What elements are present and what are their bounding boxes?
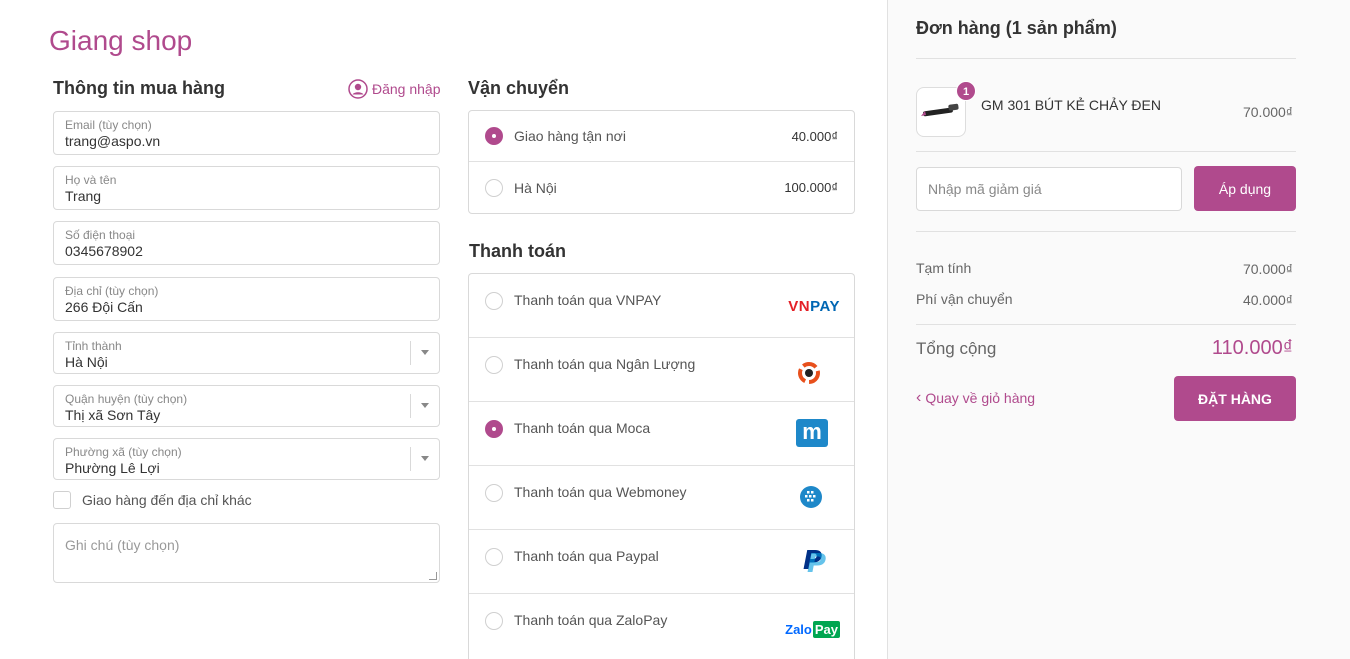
order-sidebar: Đơn hàng (1 sản phẩm) 1 GM 301 BÚT KẺ CH… <box>887 0 1350 659</box>
payment-option-paypal[interactable]: Thanh toán qua Paypal PP <box>469 530 854 594</box>
subtotal-label: Tạm tính <box>916 260 972 276</box>
payment-option-moca[interactable]: Thanh toán qua Moca m <box>469 402 854 466</box>
shipping-title: Vận chuyển <box>468 78 570 98</box>
payment-option-label: Thanh toán qua Moca <box>514 420 651 436</box>
webmoney-logo-icon <box>784 482 840 512</box>
shipping-option-price: 100.000₫ <box>784 180 838 195</box>
other-address-checkbox[interactable] <box>53 491 71 509</box>
shipping-option-price: 40.000₫ <box>791 128 838 144</box>
email-value: trang@aspo.vn <box>65 133 161 149</box>
payment-option-zalopay[interactable]: Thanh toán qua ZaloPay Zalo Pay <box>469 594 854 658</box>
nganluong-logo-icon <box>784 358 840 388</box>
payment-radio[interactable] <box>485 548 503 566</box>
other-address-label: Giao hàng đến địa chỉ khác <box>82 492 252 508</box>
province-value: Hà Nội <box>65 354 108 370</box>
apply-discount-button[interactable]: Áp dụng <box>1194 166 1296 211</box>
district-value: Thị xã Sơn Tây <box>65 407 161 423</box>
payment-option-label: Thanh toán qua Paypal <box>514 548 659 564</box>
paypal-logo-icon: PP <box>802 546 826 579</box>
back-to-cart-link[interactable]: ‹ Quay về giỏ hàng <box>916 389 1036 407</box>
subtotal-value: 70.000₫ <box>1242 261 1293 277</box>
chevron-left-icon: ‹ <box>916 389 922 406</box>
address-field[interactable]: Địa chỉ (tùy chọn) 266 Đội Cấn <box>53 277 440 321</box>
select-divider <box>410 341 411 365</box>
place-order-button[interactable]: ĐẶT HÀNG <box>1174 376 1296 421</box>
district-label: Quận huyện (tùy chọn) <box>65 392 188 406</box>
province-select[interactable]: Tỉnh thành Hà Nội <box>53 332 440 374</box>
chevron-down-icon <box>421 456 429 461</box>
quantity-badge: 1 <box>956 81 976 101</box>
chevron-down-icon <box>421 403 429 408</box>
payment-radio[interactable] <box>485 612 503 630</box>
ward-value: Phường Lê Lợi <box>65 460 160 476</box>
shipping-fee-label: Phí vận chuyển <box>916 291 1013 307</box>
payment-option-nganluong[interactable]: Thanh toán qua Ngân Lượng <box>469 338 854 402</box>
ward-select[interactable]: Phường xã (tùy chọn) Phường Lê Lợi <box>53 438 440 480</box>
moca-logo-icon: m <box>784 418 840 448</box>
payment-methods: Thanh toán qua VNPAY VNPAY Thanh toán qu… <box>468 273 855 659</box>
order-title: Đơn hàng (1 sản phẩm) <box>916 18 1117 38</box>
payment-radio[interactable] <box>485 484 503 502</box>
select-divider <box>410 447 411 471</box>
phone-label: Số điện thoại <box>65 228 136 242</box>
ward-label: Phường xã (tùy chọn) <box>65 445 182 459</box>
payment-radio[interactable] <box>485 292 503 310</box>
shipping-option-label: Giao hàng tận nơi <box>514 128 626 144</box>
email-label: Email (tùy chọn) <box>65 118 152 132</box>
buyer-info-title: Thông tin mua hàng <box>53 78 225 98</box>
note-placeholder: Ghi chú (tùy chọn) <box>65 537 180 553</box>
payment-title: Thanh toán <box>469 241 566 261</box>
email-field[interactable]: Email (tùy chọn) trang@aspo.vn <box>53 111 440 155</box>
chevron-down-icon <box>421 350 429 355</box>
shipping-option-label: Hà Nội <box>514 179 557 196</box>
divider <box>916 58 1296 59</box>
discount-placeholder: Nhập mã giảm giá <box>928 181 1042 197</box>
shipping-option[interactable]: Hà Nội 100.000₫ <box>469 162 854 213</box>
zalopay-logo-icon: Zalo Pay <box>785 620 840 638</box>
shipping-radio[interactable] <box>485 178 503 197</box>
payment-option-vnpay[interactable]: Thanh toán qua VNPAY VNPAY <box>469 274 854 338</box>
note-textarea[interactable]: Ghi chú (tùy chọn) <box>53 523 440 583</box>
shipping-radio[interactable] <box>485 127 503 145</box>
select-divider <box>410 394 411 418</box>
phone-field[interactable]: Số điện thoại 0345678902 <box>53 221 440 265</box>
vnpay-logo-icon: VNPAY <box>788 297 840 315</box>
payment-option-webmoney[interactable]: Thanh toán qua Webmoney <box>469 466 854 530</box>
shipping-fee-value: 40.000₫ <box>1242 292 1293 308</box>
divider <box>916 151 1296 152</box>
shipping-option[interactable]: Giao hàng tận nơi 40.000₫ <box>469 111 854 162</box>
district-select[interactable]: Quận huyện (tùy chọn) Thị xã Sơn Tây <box>53 385 440 427</box>
payment-option-label: Thanh toán qua ZaloPay <box>514 612 668 628</box>
shipping-options: Giao hàng tận nơi 40.000₫ Hà Nội 100.000… <box>468 110 855 214</box>
discount-code-input[interactable]: Nhập mã giảm giá <box>916 167 1182 211</box>
product-price: 70.000₫ <box>1242 104 1293 120</box>
shop-title: Giang shop <box>49 25 193 56</box>
product-name: GM 301 BÚT KẺ CHẢY ĐEN <box>981 97 1161 113</box>
total-value: 110.000₫ <box>1211 337 1293 359</box>
payment-option-label: Thanh toán qua Ngân Lượng <box>514 356 696 372</box>
login-link[interactable]: Đăng nhập <box>348 79 441 99</box>
other-address-option[interactable]: Giao hàng đến địa chỉ khác <box>53 491 252 509</box>
name-label: Họ và tên <box>65 173 117 187</box>
resize-handle-icon[interactable] <box>429 572 437 580</box>
divider <box>916 231 1296 232</box>
phone-value: 0345678902 <box>65 243 143 259</box>
address-value: 266 Đội Cấn <box>65 299 143 315</box>
payment-option-label: Thanh toán qua VNPAY <box>514 292 662 308</box>
payment-radio[interactable] <box>485 356 503 374</box>
back-label: Quay về giỏ hàng <box>925 390 1036 406</box>
address-label: Địa chỉ (tùy chọn) <box>65 284 159 298</box>
name-field[interactable]: Họ và tên Trang <box>53 166 440 210</box>
divider <box>916 324 1296 325</box>
province-label: Tỉnh thành <box>65 339 122 353</box>
user-circle-icon <box>348 79 368 99</box>
name-value: Trang <box>65 188 102 204</box>
payment-option-label: Thanh toán qua Webmoney <box>514 484 687 500</box>
total-label: Tổng cộng <box>916 339 997 358</box>
payment-radio[interactable] <box>485 420 503 438</box>
login-label: Đăng nhập <box>372 81 441 97</box>
